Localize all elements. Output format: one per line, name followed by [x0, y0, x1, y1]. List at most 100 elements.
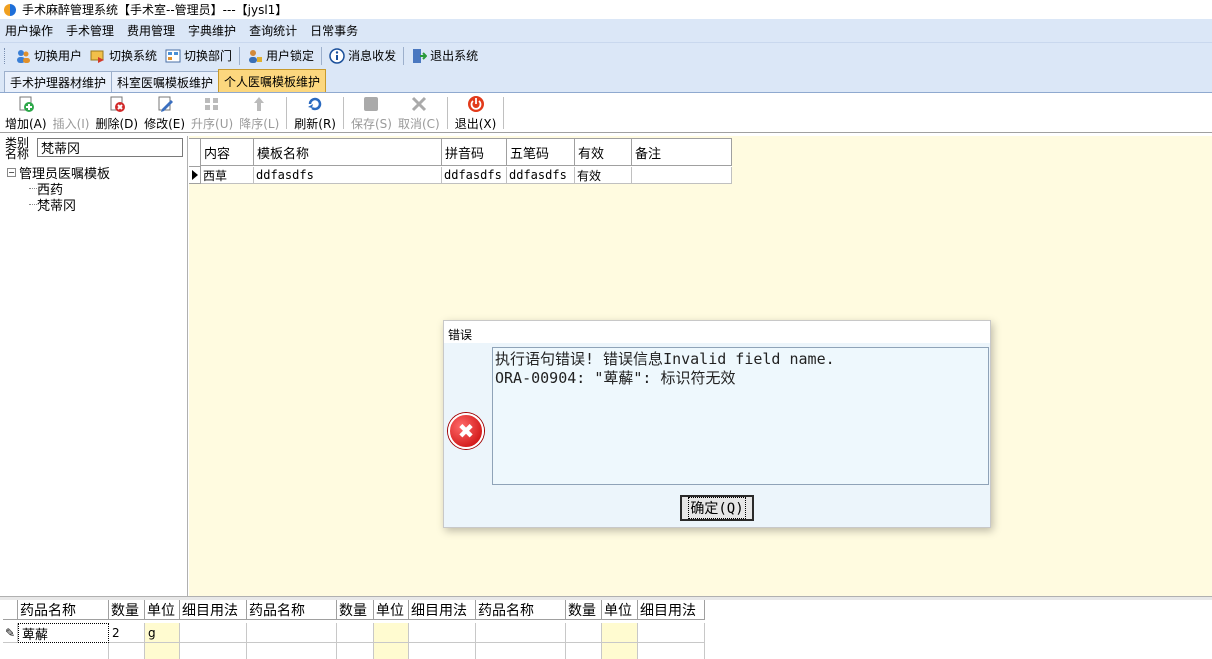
dialog-body: ✖ 执行语句错误! 错误信息Invalid field name. ORA-00… [444, 343, 990, 527]
power-icon [467, 95, 485, 113]
tree-node-fandigang[interactable]: 梵蒂冈 [7, 196, 110, 214]
column-header-pinyin[interactable]: 拼音码 [442, 139, 507, 166]
column-header-unit-1[interactable]: 单位 [145, 600, 180, 620]
column-header-qty-2[interactable]: 数量 [337, 600, 374, 620]
empty-cell[interactable] [638, 643, 705, 659]
tab-dept-template-maintenance[interactable]: 科室医嘱模板维护 [111, 71, 220, 92]
empty-cell[interactable] [409, 643, 476, 659]
edit-button[interactable]: 修改(E) [141, 94, 188, 132]
tab-personal-template-maintenance[interactable]: 个人医嘱模板维护 [218, 69, 327, 92]
column-header-unit-2[interactable]: 单位 [374, 600, 409, 620]
column-header-template-name[interactable]: 模板名称 [254, 139, 442, 166]
column-header-drug-name-2[interactable]: 药品名称 [247, 600, 337, 620]
cell-quantity-2[interactable] [337, 623, 374, 643]
ok-button[interactable]: 确定(Q) [680, 495, 754, 521]
save-button[interactable]: 保存(S) [348, 94, 395, 132]
empty-cell[interactable] [247, 643, 337, 659]
column-header-wubi[interactable]: 五笔码 [507, 139, 575, 166]
menu-surgery[interactable]: 手术管理 [61, 22, 122, 39]
menu-query-stats[interactable]: 查询统计 [244, 22, 305, 39]
cell-unit-3[interactable] [602, 623, 638, 643]
cell-unit-2[interactable] [374, 623, 409, 643]
user-lock-button[interactable]: 用户锁定 [243, 45, 318, 67]
cell-valid[interactable]: 有效 [575, 167, 632, 184]
insert-label: 插入(I) [52, 117, 90, 131]
cell-usage-3[interactable] [638, 623, 705, 643]
empty-cell[interactable] [18, 643, 109, 659]
exit-system-button[interactable]: 退出系统 [407, 45, 482, 67]
menu-fees[interactable]: 费用管理 [122, 22, 183, 39]
toolbar-grip[interactable] [4, 47, 7, 64]
column-header-usage-2[interactable]: 细目用法 [409, 600, 476, 620]
empty-cell[interactable] [476, 643, 566, 659]
messages-button[interactable]: 消息收发 [325, 45, 400, 67]
empty-cell[interactable] [337, 643, 374, 659]
refresh-button[interactable]: 刷新(R) [291, 94, 339, 132]
sort-descending-button[interactable]: 降序(L) [236, 94, 282, 132]
cancel-button[interactable]: 取消(C) [395, 94, 443, 132]
cell-content[interactable]: 西草 [201, 167, 254, 184]
cell-quantity[interactable]: 2 [109, 623, 145, 643]
cell-drug-name-3[interactable] [476, 623, 566, 643]
category-name-label: 类别名称 [5, 136, 30, 161]
switch-user-button[interactable]: 切换用户 [11, 45, 86, 67]
column-header-qty-3[interactable]: 数量 [566, 600, 602, 620]
add-button[interactable]: 增加(A) [2, 94, 50, 132]
empty-cell[interactable] [602, 643, 638, 659]
empty-cell[interactable] [180, 643, 247, 659]
column-header-qty-1[interactable]: 数量 [109, 600, 145, 620]
empty-cell[interactable] [145, 643, 180, 659]
exit-button[interactable]: 退出(X) [452, 94, 500, 132]
cell-notes[interactable] [632, 167, 732, 184]
empty-cell[interactable] [374, 643, 409, 659]
error-dialog: 错误 ✖ 执行语句错误! 错误信息Invalid field name. ORA… [443, 320, 991, 528]
row-indicator-header [3, 600, 18, 620]
cell-quantity-3[interactable] [566, 623, 602, 643]
switch-system-label: 切换系统 [109, 49, 158, 63]
cell-template-name[interactable]: ddfasdfs [254, 167, 442, 184]
column-header-notes[interactable]: 备注 [632, 139, 732, 166]
error-message-box[interactable]: 执行语句错误! 错误信息Invalid field name. ORA-0090… [492, 347, 989, 485]
column-header-usage-1[interactable]: 细目用法 [180, 600, 247, 620]
column-header-valid[interactable]: 有效 [575, 139, 632, 166]
cell-drug-name[interactable]: 萆薢 [18, 623, 109, 643]
insert-button[interactable]: 插入(I) [50, 94, 93, 132]
drug-detail-grid: 药品名称 数量 单位 细目用法 药品名称 数量 单位 细目用法 药品名称 数量 … [3, 600, 1212, 659]
column-header-content[interactable]: 内容 [201, 139, 254, 166]
empty-cell[interactable] [566, 643, 602, 659]
empty-cell[interactable] [109, 643, 145, 659]
exit-system-label: 退出系统 [430, 49, 479, 63]
cell-unit[interactable]: g [145, 623, 180, 643]
save-icon [362, 95, 380, 113]
main-toolbar: 切换用户 切换系统 切换部门 用户锁定 消息收发 退出系统 [0, 42, 1212, 68]
delete-icon [108, 95, 126, 113]
column-header-drug-name-3[interactable]: 药品名称 [476, 600, 566, 620]
menu-dictionary[interactable]: 字典维护 [183, 22, 244, 39]
cell-pinyin[interactable]: ddfasdfs [442, 167, 507, 184]
cell-usage-2[interactable] [409, 623, 476, 643]
sort-descending-label: 降序(L) [239, 117, 280, 131]
tab-equipment-maintenance[interactable]: 手术护理器材维护 [4, 71, 113, 92]
tree-collapse-icon[interactable]: − [7, 167, 16, 177]
toolbar-separator [321, 46, 323, 65]
module-tabs: 手术护理器材维护 科室医嘱模板维护 个人医嘱模板维护 [0, 68, 1212, 93]
column-header-unit-3[interactable]: 单位 [602, 600, 638, 620]
table-row[interactable]: 西草 ddfasdfs ddfasdfs ddfasdfs 有效 [189, 167, 732, 184]
delete-button[interactable]: 删除(D) [92, 94, 141, 132]
cell-usage[interactable] [180, 623, 247, 643]
sort-ascending-button[interactable]: 升序(U) [188, 94, 236, 132]
switch-department-button[interactable]: 切换部门 [161, 45, 236, 67]
menu-daily-affairs[interactable]: 日常事务 [305, 22, 366, 39]
column-header-usage-3[interactable]: 细目用法 [638, 600, 705, 620]
category-name-input[interactable]: 梵蒂冈 [37, 138, 183, 157]
menu-user-ops[interactable]: 用户操作 [0, 22, 61, 39]
window-titlebar: 手术麻醉管理系统【手术室--管理员】---【jysl1】 [0, 0, 1212, 19]
column-header-drug-name-1[interactable]: 药品名称 [18, 600, 109, 620]
template-grid-header: 内容 模板名称 拼音码 五笔码 有效 备注 [189, 138, 732, 167]
cell-drug-name-2[interactable] [247, 623, 337, 643]
switch-system-button[interactable]: 切换系统 [86, 45, 161, 67]
save-label: 保存(S) [350, 117, 392, 131]
users-icon [15, 48, 31, 64]
op-separator [503, 97, 505, 129]
cell-wubi[interactable]: ddfasdfs [507, 167, 575, 184]
